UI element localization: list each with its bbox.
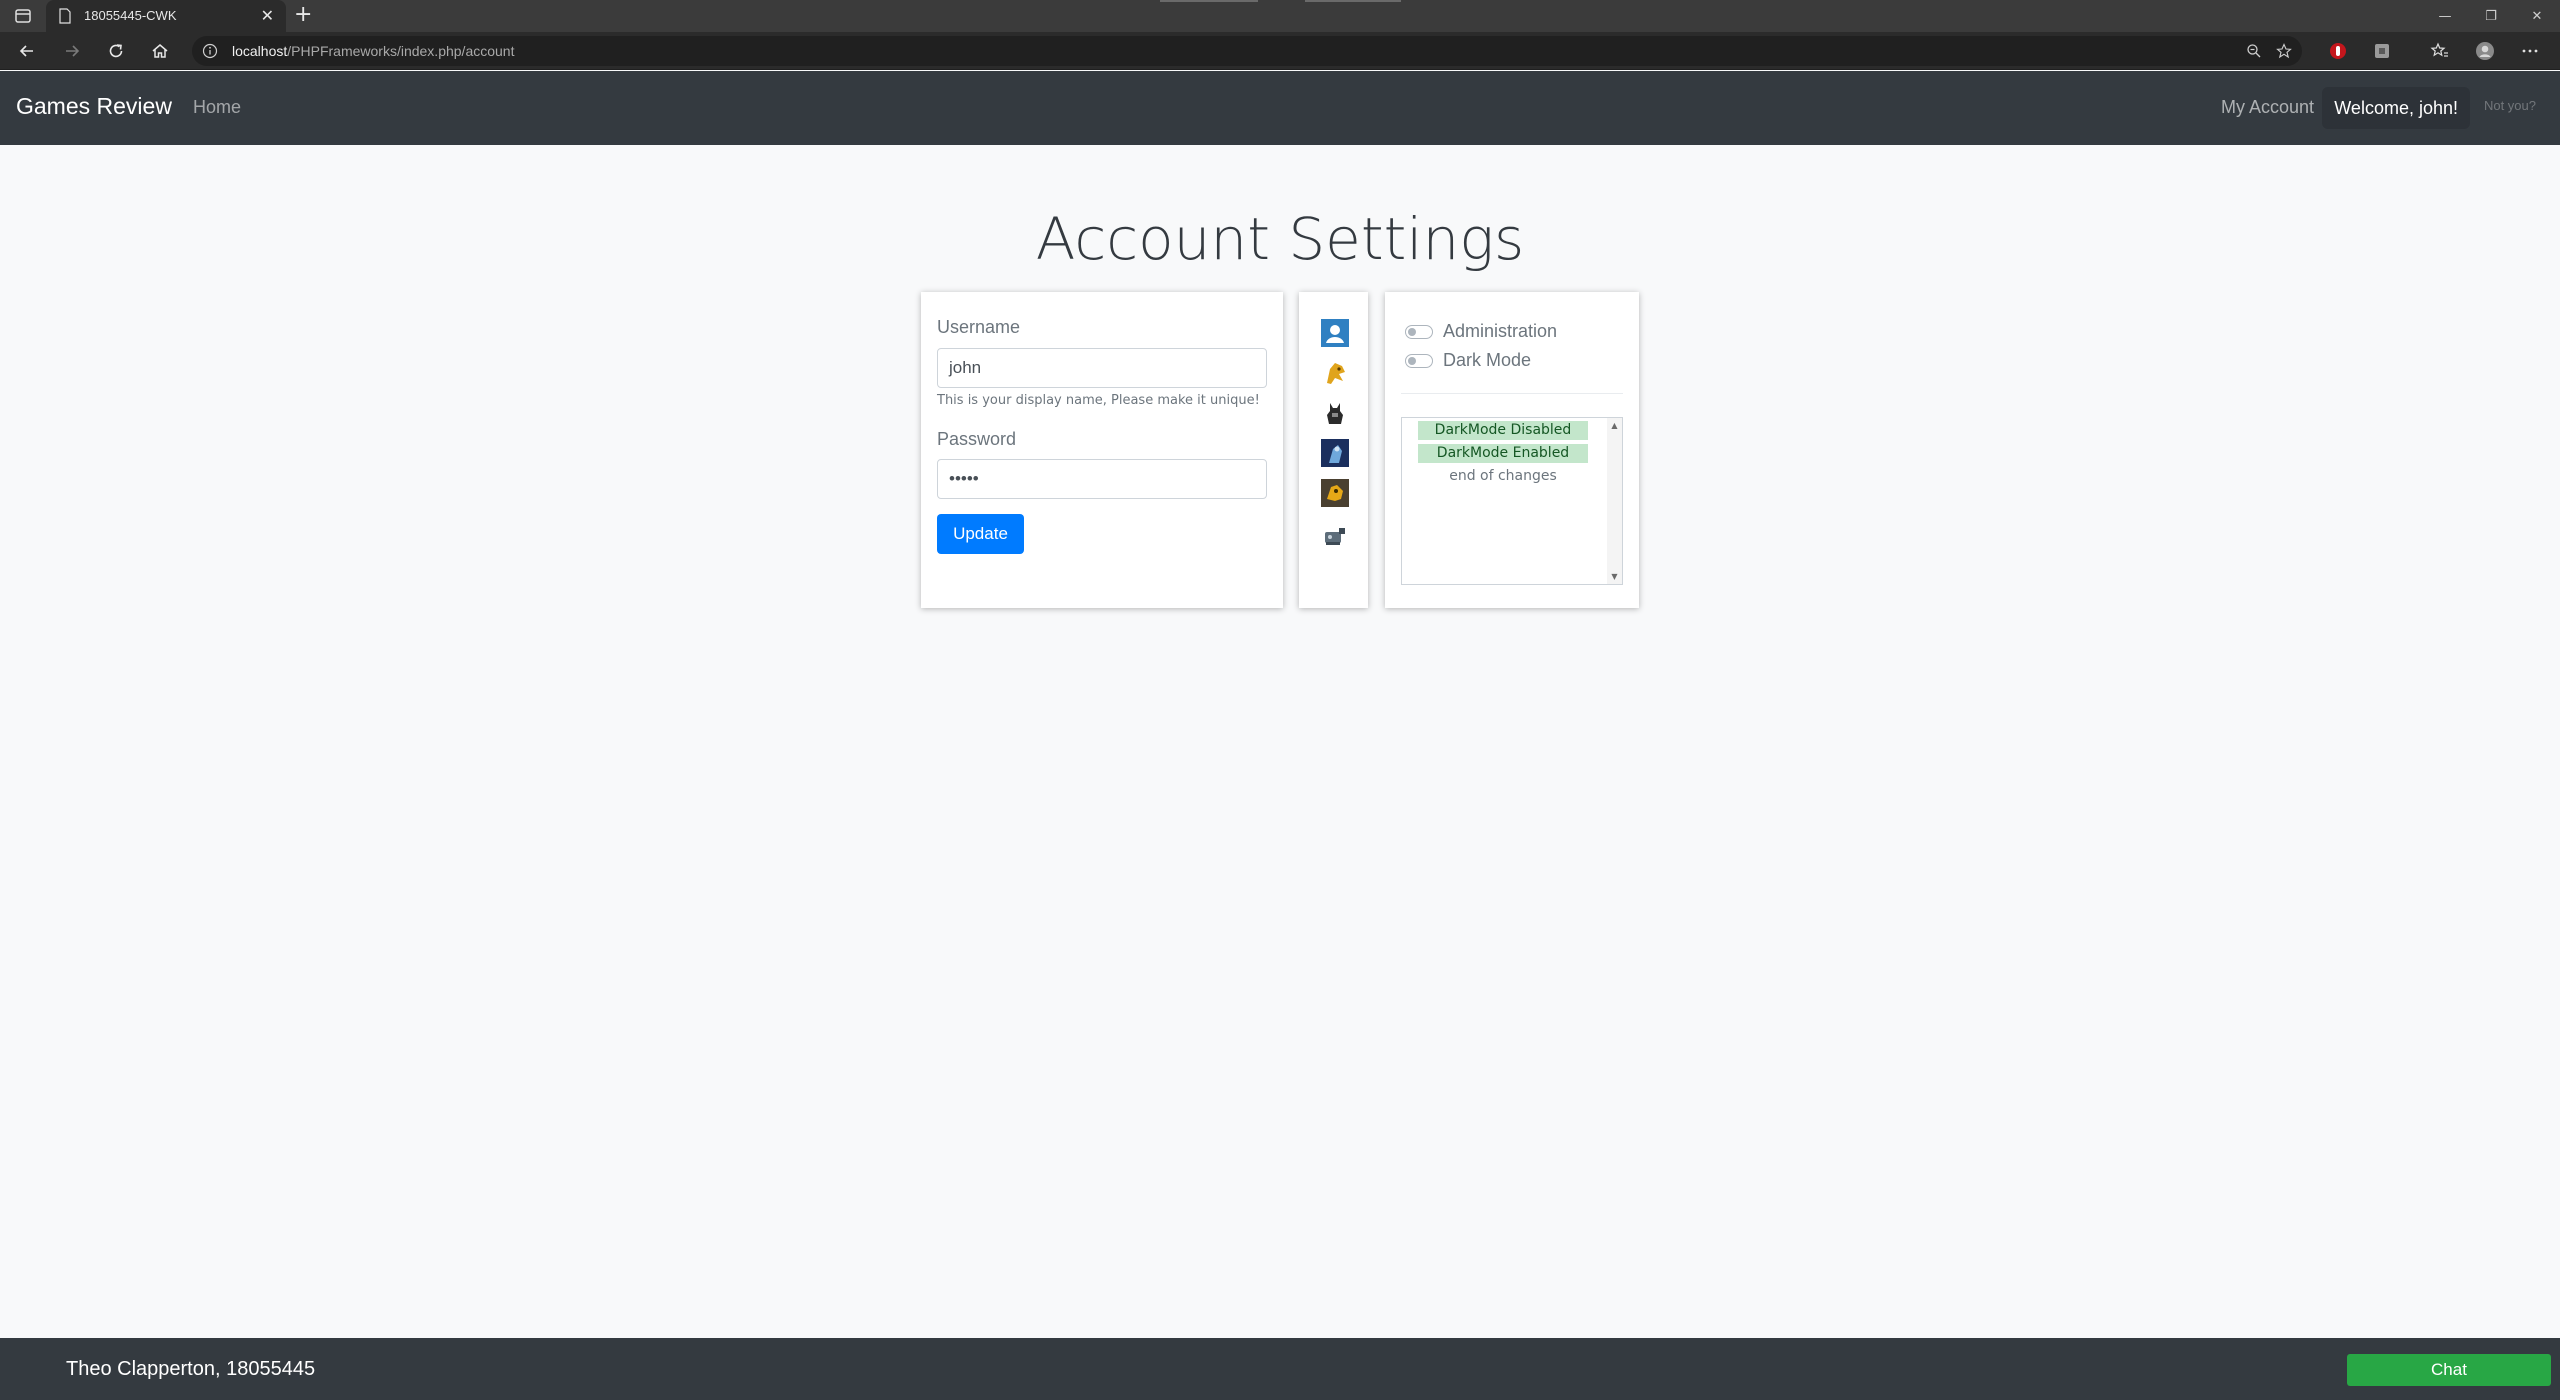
back-arrow-icon[interactable]	[17, 41, 37, 61]
grey-robot-avatar[interactable]	[1321, 521, 1349, 549]
site-navbar: Games Review Home My Account Welcome, jo…	[0, 71, 2560, 145]
brand-link[interactable]: Games Review	[16, 93, 172, 120]
account-form-card: Username john This is your display name,…	[921, 292, 1283, 608]
username-help-text: This is your display name, Please make i…	[937, 393, 1260, 408]
restore-button[interactable]: ❐	[2468, 0, 2514, 32]
favorites-icon[interactable]	[2430, 41, 2450, 61]
scroll-up-icon[interactable]: ▲	[1610, 421, 1619, 430]
url-path: /PHPFrameworks/index.php/account	[287, 43, 515, 59]
switch-knob	[1408, 357, 1416, 365]
page-title: Account Settings	[1035, 205, 1525, 273]
log-item: DarkMode Disabled	[1418, 421, 1588, 440]
nav-home-link[interactable]: Home	[193, 97, 241, 118]
dark-mode-label: Dark Mode	[1443, 350, 1532, 370]
dark-mode-switch[interactable]	[1405, 354, 1433, 368]
password-input[interactable]: •••••	[937, 459, 1267, 499]
refresh-icon[interactable]	[106, 41, 126, 61]
administration-switch[interactable]	[1405, 325, 1433, 339]
settings-card: Administration Dark Mode DarkMode Disabl…	[1385, 292, 1639, 608]
golden-creature-avatar[interactable]	[1321, 359, 1349, 387]
nav-my-account-link[interactable]: My Account	[2221, 97, 2314, 118]
password-label: Password	[937, 429, 1017, 449]
switch-knob	[1408, 328, 1416, 336]
tab-actions-icon[interactable]	[14, 7, 32, 25]
forward-arrow-icon[interactable]	[62, 41, 82, 61]
username-label: Username	[937, 317, 1021, 337]
site-footer: Theo Clapperton, 18055445 Chat	[0, 1338, 2560, 1400]
tab-strip-indicator	[1160, 0, 1258, 2]
url-host: localhost	[232, 43, 288, 59]
extension-red-icon[interactable]	[2328, 41, 2348, 61]
zoom-icon[interactable]	[2246, 43, 2262, 59]
footer-text: Theo Clapperton, 18055445	[66, 1358, 316, 1380]
new-tab-button[interactable]: +	[294, 3, 312, 27]
browser-toolbar: localhost/PHPFrameworks/index.php/accoun…	[0, 32, 2560, 70]
add-favorite-icon[interactable]	[2276, 43, 2292, 59]
page-icon	[58, 8, 72, 24]
info-icon[interactable]	[202, 43, 218, 59]
scroll-down-icon[interactable]: ▼	[1610, 572, 1619, 581]
browser-tab-bar: 18055445-CWK ✕ + — ❐ ✕	[0, 0, 2560, 32]
profile-icon[interactable]	[2475, 41, 2495, 61]
more-menu-icon[interactable]	[2520, 41, 2540, 61]
window-controls: — ❐ ✕	[2422, 0, 2560, 32]
not-you-link[interactable]: Not you?	[2484, 98, 2536, 113]
minimize-button[interactable]: —	[2422, 0, 2468, 32]
administration-label: Administration	[1443, 321, 1558, 341]
blue-warrior-avatar[interactable]	[1321, 439, 1349, 467]
chat-button[interactable]: Chat	[2347, 1354, 2551, 1386]
update-button[interactable]: Update	[937, 514, 1024, 554]
tab-strip-indicator	[1305, 0, 1401, 2]
log-scrollbar[interactable]: ▲ ▼	[1607, 418, 1622, 584]
change-log-list[interactable]: DarkMode Disabled DarkMode Enabled end o…	[1401, 417, 1623, 585]
default-user-avatar[interactable]	[1321, 319, 1349, 347]
home-icon[interactable]	[150, 41, 170, 61]
dark-armored-avatar[interactable]	[1321, 399, 1349, 427]
extension-grey-icon[interactable]	[2372, 41, 2392, 61]
avatar-picker-card	[1299, 292, 1368, 608]
username-input[interactable]: john	[937, 348, 1267, 388]
welcome-badge[interactable]: Welcome, john!	[2322, 87, 2470, 129]
close-tab-icon[interactable]: ✕	[261, 6, 274, 26]
address-bar[interactable]: localhost/PHPFrameworks/index.php/accoun…	[192, 36, 2302, 66]
log-item: DarkMode Enabled	[1418, 444, 1588, 463]
yellow-beast-avatar[interactable]	[1321, 479, 1349, 507]
divider	[1401, 393, 1623, 394]
url-text: localhost/PHPFrameworks/index.php/accoun…	[232, 43, 514, 59]
tab-title: 18055445-CWK	[84, 8, 177, 23]
browser-tab-active[interactable]: 18055445-CWK ✕	[46, 0, 286, 32]
close-window-button[interactable]: ✕	[2514, 0, 2560, 32]
log-item: end of changes	[1449, 468, 1557, 484]
